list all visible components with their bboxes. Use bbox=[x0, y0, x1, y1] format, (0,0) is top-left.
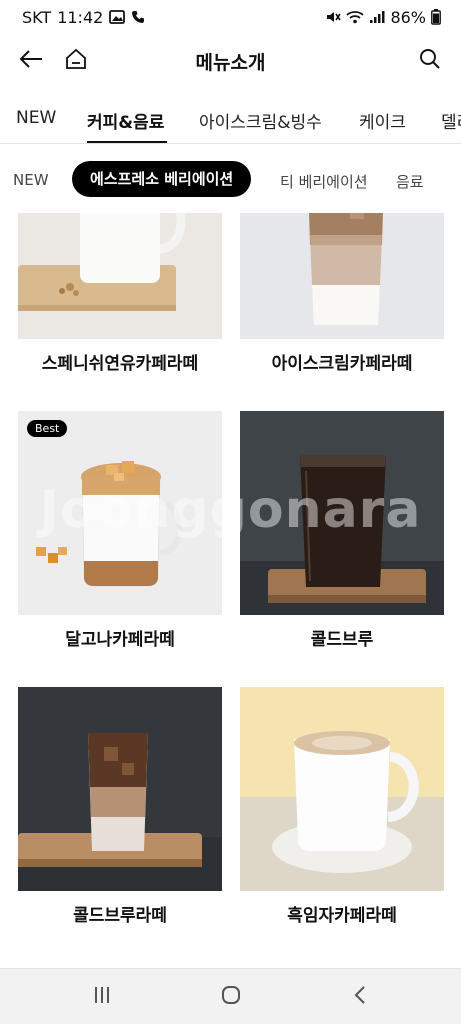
product-grid: 스페니쉬연유카페라떼 아이스크림카페라떼 Best 달고나카페라떼 콜드브루 콜… bbox=[0, 213, 461, 968]
back-chevron-icon bbox=[353, 985, 367, 1009]
phone-icon bbox=[131, 10, 145, 24]
product-image bbox=[18, 687, 222, 891]
subtab-tea-variation[interactable]: 티 베리에이션 bbox=[280, 171, 368, 192]
gallery-icon bbox=[109, 10, 126, 24]
carrier-label: SKT bbox=[22, 7, 52, 27]
product-image bbox=[240, 687, 444, 891]
status-bar: SKT 11:42 86% bbox=[0, 0, 461, 34]
active-tab-underline bbox=[87, 141, 167, 143]
subtab-espresso-variation[interactable]: 에스프레소 베리에이션 bbox=[72, 161, 252, 197]
best-badge: Best bbox=[27, 420, 68, 437]
tab-deli[interactable]: 델리 bbox=[441, 108, 461, 133]
app-header: 메뉴소개 bbox=[0, 34, 461, 88]
product-card[interactable]: 스페니쉬연유카페라떼 bbox=[18, 213, 222, 385]
search-button[interactable] bbox=[413, 44, 447, 78]
category-tabs: NEW 커피&음료 아이스크림&빙수 케이크 델리 bbox=[0, 88, 461, 144]
product-card[interactable]: 콜드브루 bbox=[240, 411, 444, 661]
product-name: 아이스크림카페라떼 bbox=[271, 354, 413, 374]
battery-icon bbox=[431, 9, 441, 25]
product-card[interactable]: 아이스크림카페라떼 bbox=[240, 213, 444, 385]
recents-icon bbox=[92, 986, 112, 1008]
sub-category-tabs: NEW 에스프레소 베리에이션 티 베리에이션 음료 bbox=[0, 145, 461, 213]
system-navigation-bar bbox=[0, 968, 461, 1024]
recents-button[interactable] bbox=[82, 983, 122, 1011]
home-nav-button[interactable] bbox=[211, 983, 251, 1011]
product-card[interactable]: 흑임자카페라떼 bbox=[240, 687, 444, 937]
tab-icecream-bingsu[interactable]: 아이스크림&빙수 bbox=[199, 108, 322, 133]
tab-coffee-drinks[interactable]: 커피&음료 bbox=[87, 108, 164, 133]
product-name: 콜드브루라떼 bbox=[73, 906, 167, 926]
mute-icon bbox=[325, 10, 342, 24]
product-name: 흑임자카페라떼 bbox=[287, 906, 397, 926]
page-title: 메뉴소개 bbox=[195, 52, 266, 74]
subtab-new[interactable]: NEW bbox=[13, 171, 49, 189]
product-image bbox=[18, 213, 222, 339]
wifi-icon bbox=[346, 10, 365, 24]
battery-label: 86% bbox=[390, 7, 426, 27]
status-right: 86% bbox=[325, 8, 441, 27]
subtab-beverage[interactable]: 음료 bbox=[396, 171, 424, 192]
product-image: Best bbox=[18, 411, 222, 615]
search-icon bbox=[419, 48, 441, 74]
tab-cake[interactable]: 케이크 bbox=[359, 108, 406, 133]
product-card[interactable]: Best 달고나카페라떼 bbox=[18, 411, 222, 661]
product-card[interactable]: 콜드브루라떼 bbox=[18, 687, 222, 937]
time-label: 11:42 bbox=[57, 7, 104, 27]
status-left: SKT 11:42 bbox=[22, 8, 145, 27]
product-image bbox=[240, 213, 444, 339]
home-circle-icon bbox=[221, 985, 241, 1009]
product-image bbox=[240, 411, 444, 615]
product-name: 콜드브루 bbox=[310, 630, 374, 650]
tab-new[interactable]: NEW bbox=[16, 108, 56, 128]
signal-icon bbox=[369, 10, 385, 24]
product-name: 스페니쉬연유카페라떼 bbox=[41, 354, 199, 374]
product-name: 달고나카페라떼 bbox=[65, 630, 175, 650]
back-nav-button[interactable] bbox=[340, 983, 380, 1011]
